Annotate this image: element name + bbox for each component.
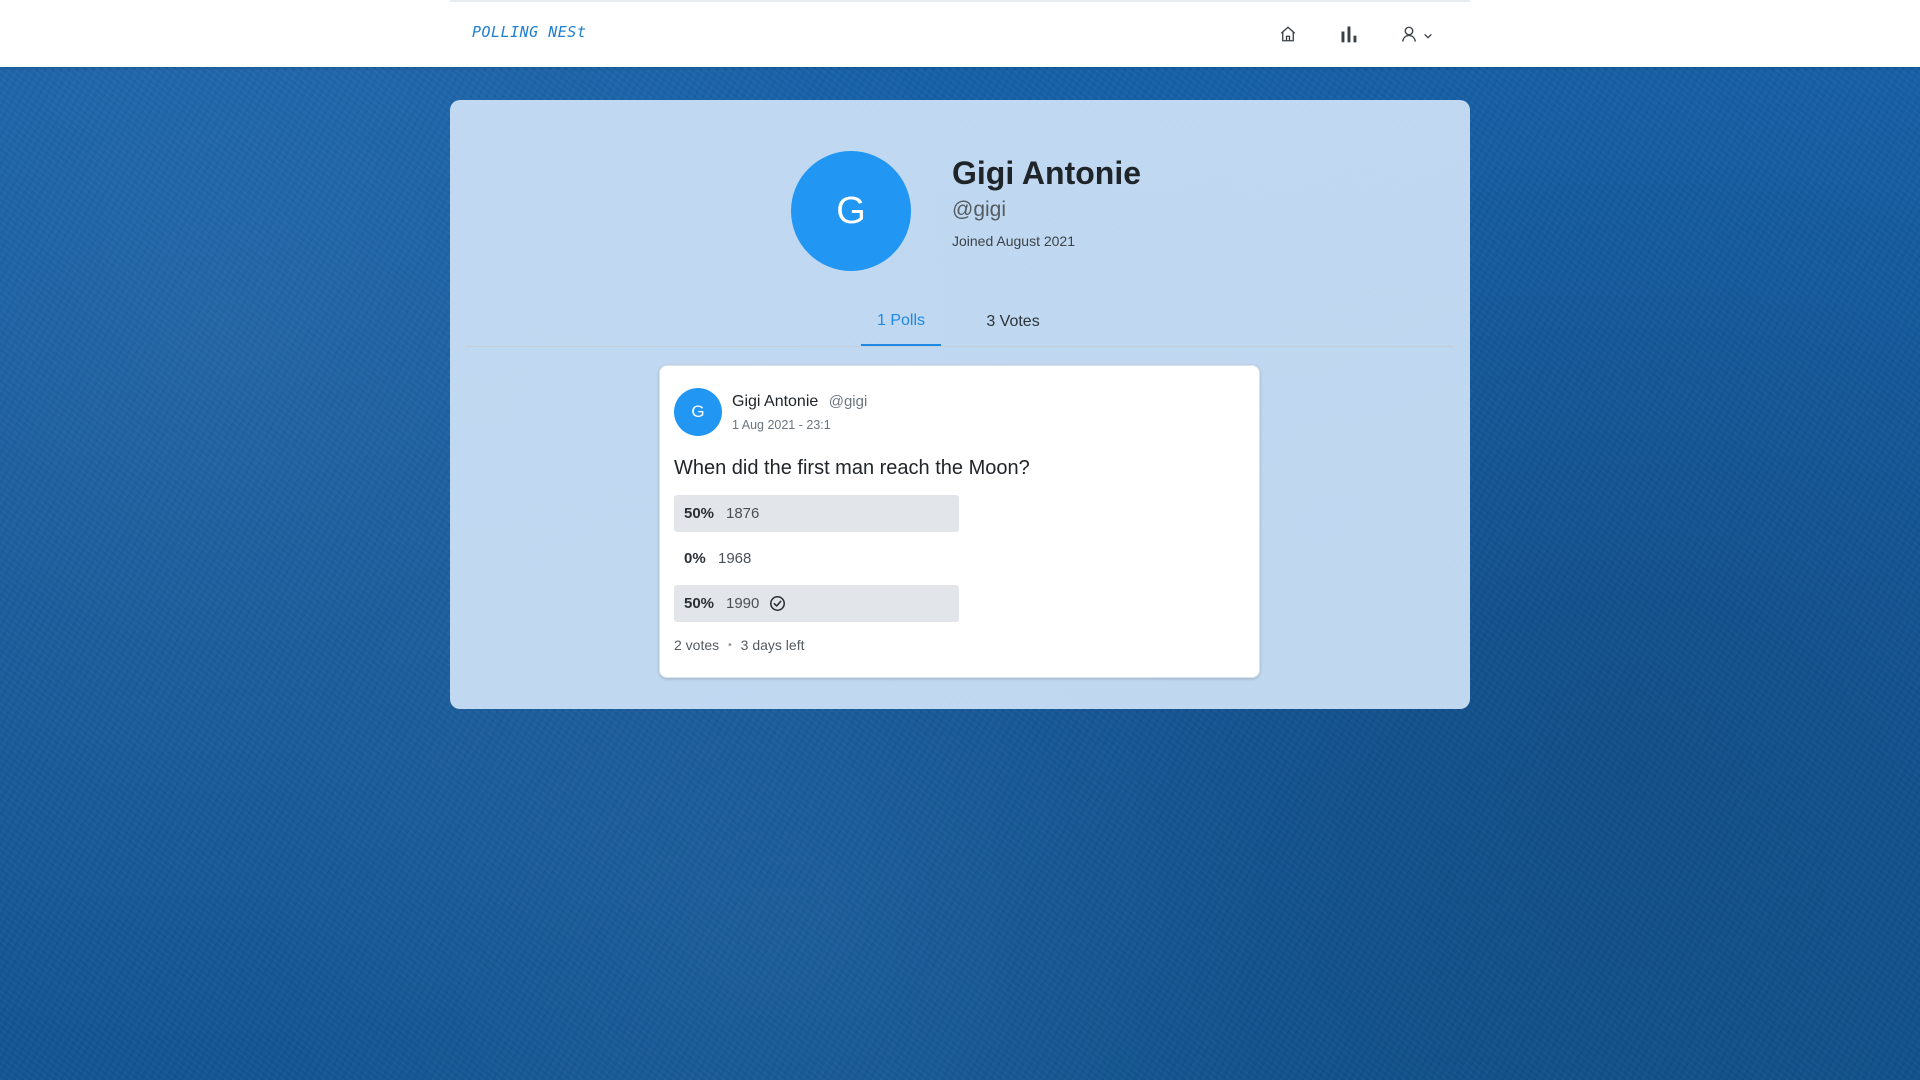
poll-author-name[interactable]: Gigi Antonie <box>732 393 818 410</box>
chevron-down-icon <box>1423 33 1432 39</box>
tab-votes[interactable]: 3 Votes <box>973 298 1053 346</box>
bar-chart-icon <box>1341 26 1357 43</box>
check-circle-icon <box>769 595 786 612</box>
poll-vote-count: 2 votes <box>674 637 720 653</box>
user-menu-dropdown[interactable] <box>1394 20 1438 48</box>
poll-option[interactable]: 50% 1876 <box>674 495 959 532</box>
nav-stats-button[interactable] <box>1335 20 1363 48</box>
user-icon <box>1401 26 1416 42</box>
poll-option-percent: 50% <box>684 505 715 522</box>
top-navbar: POLLING NESt <box>0 0 1920 67</box>
poll-time-left: 3 days left <box>740 637 805 653</box>
poll-option-content: 50% 1990 <box>684 585 786 622</box>
profile-avatar: G <box>791 151 911 271</box>
poll-option-content: 50% 1876 <box>684 495 759 532</box>
poll-option-label: 1876 <box>726 505 760 522</box>
profile-handle: @gigi <box>952 198 1007 221</box>
poll-option-label: 1968 <box>718 550 752 567</box>
poll-option-percent: 50% <box>684 595 715 612</box>
profile-name: Gigi Antonie <box>952 155 1142 191</box>
tab-polls[interactable]: 1 Polls <box>861 298 941 346</box>
poll-option-content: 0% 1968 <box>684 540 751 577</box>
poll-option-label: 1990 <box>726 595 760 612</box>
poll-option[interactable]: 0% 1968 <box>674 540 959 577</box>
poll-timestamp: 1 Aug 2021 - 23:1 <box>732 418 831 432</box>
poll-card: G Gigi Antonie @gigi 1 Aug 2021 - 23:1 W… <box>659 365 1260 678</box>
brand-logo-link[interactable]: POLLING NESt <box>472 23 586 41</box>
profile-panel: G Gigi Antonie @gigi Joined August 2021 … <box>450 100 1470 709</box>
home-icon <box>1280 26 1296 42</box>
navbar-container: POLLING NESt <box>450 0 1470 67</box>
profile-tabs: 1 Polls 3 Votes <box>466 298 1454 347</box>
profile-joined-date: Joined August 2021 <box>952 233 1075 249</box>
poll-footer: 2 votes • 3 days left <box>674 637 804 653</box>
nav-home-button[interactable] <box>1274 20 1302 48</box>
poll-option-percent: 0% <box>684 550 706 567</box>
poll-author-handle: @gigi <box>828 393 868 410</box>
poll-author-avatar[interactable]: G <box>674 388 722 436</box>
poll-option[interactable]: 50% 1990 <box>674 585 959 622</box>
poll-author-line: Gigi Antonie @gigi <box>732 393 867 411</box>
poll-question: When did the first man reach the Moon? <box>674 457 1030 479</box>
separator-dot: • <box>728 640 732 651</box>
